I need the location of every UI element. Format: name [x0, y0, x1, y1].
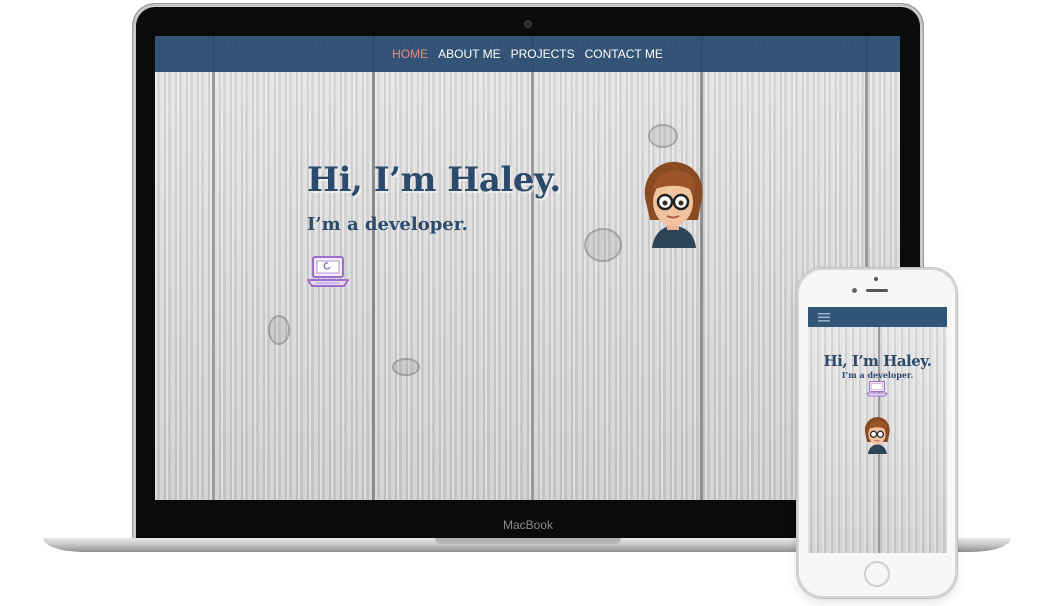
- nav-link-projects[interactable]: PROJECTS: [511, 47, 575, 61]
- nav-link-contact-me[interactable]: CONTACT ME: [585, 47, 663, 61]
- phone-screen: Hi, I’m Haley. I’m a developer.: [808, 307, 947, 553]
- wood-knot: [392, 358, 420, 376]
- laptop-base-notch: [435, 538, 621, 544]
- main-navbar: HOME ABOUT ME PROJECTS CONTACT ME: [155, 36, 900, 72]
- mobile-laptop-icon[interactable]: [866, 380, 888, 398]
- hamburger-menu-icon[interactable]: [818, 313, 830, 322]
- nav-link-home[interactable]: HOME: [392, 47, 428, 61]
- nav-link-about-me[interactable]: ABOUT ME: [438, 47, 500, 61]
- phone-camera: [852, 288, 857, 293]
- wood-knot: [584, 228, 622, 262]
- phone-speaker: [866, 289, 888, 292]
- mobile-navbar: [808, 307, 947, 327]
- mobile-hero-title: Hi, I’m Haley.: [823, 352, 933, 370]
- laptop-icon[interactable]: [306, 254, 350, 290]
- wood-knot: [268, 315, 290, 345]
- avatar-image: [644, 161, 703, 248]
- laptop-camera: [524, 20, 532, 28]
- hero-title: Hi, I’m Haley.: [307, 160, 561, 200]
- wood-knot: [648, 124, 678, 148]
- hero-subtitle: I’m a developer.: [307, 214, 468, 235]
- mobile-hero-subtitle: I’m a developer.: [841, 370, 914, 380]
- laptop-screen: HOME ABOUT ME PROJECTS CONTACT ME Hi, I’…: [155, 36, 900, 500]
- mobile-avatar-image: [864, 417, 890, 454]
- phone-sensor: [874, 277, 878, 281]
- phone-home-button[interactable]: [864, 561, 890, 587]
